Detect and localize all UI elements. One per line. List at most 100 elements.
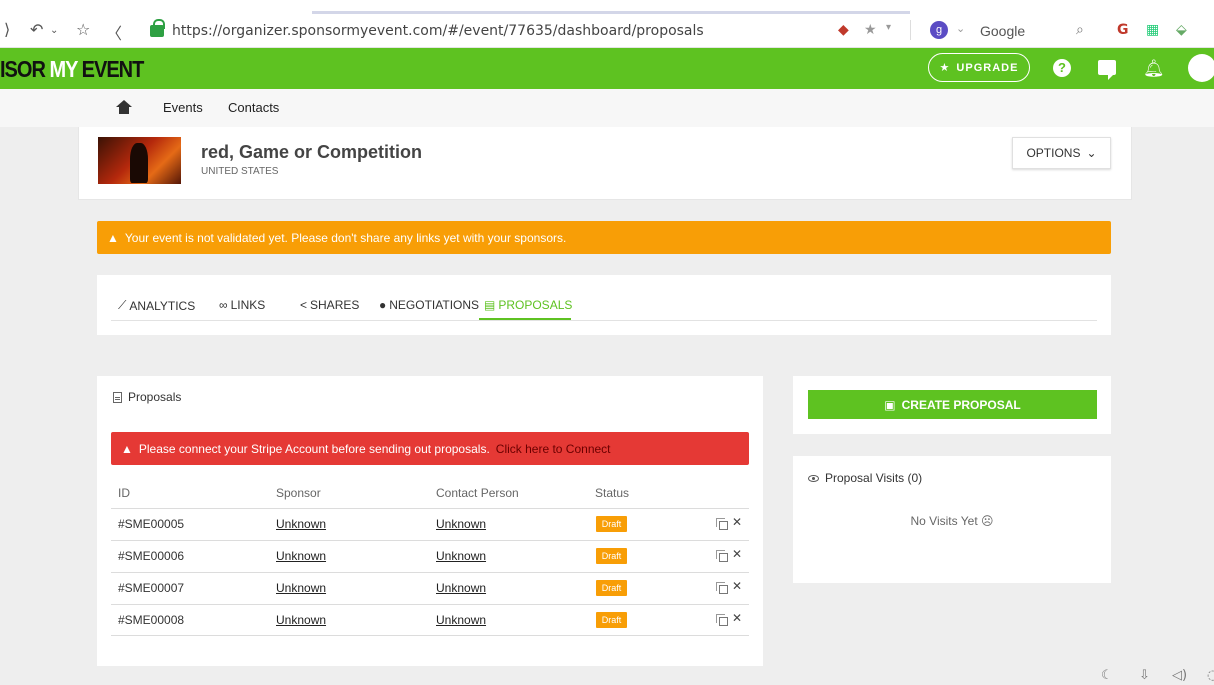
- moon-icon[interactable]: ☾: [1101, 668, 1113, 683]
- row-sponsor-link[interactable]: Unknown: [276, 581, 326, 595]
- document-icon: ▤: [484, 298, 496, 312]
- stripe-connect-link[interactable]: Click here to Connect: [496, 442, 611, 456]
- create-proposal-label: CREATE PROPOSAL: [901, 397, 1021, 412]
- dropdown-icon[interactable]: ▾: [886, 22, 891, 33]
- chart-icon: ⟋: [118, 298, 127, 312]
- event-header-card: [78, 127, 1132, 200]
- download-icon[interactable]: ⬙: [1176, 22, 1187, 38]
- addon-icon[interactable]: G: [1117, 22, 1129, 38]
- document-plus-icon: ▣: [884, 397, 896, 412]
- tab-shares[interactable]: < SHARES: [300, 298, 359, 312]
- upgrade-label: UPGRADE: [956, 61, 1019, 74]
- chevron-down-icon: ⌄: [1086, 146, 1097, 160]
- no-visits-text: No Visits Yet ☹: [910, 514, 994, 528]
- chat-icon: ●: [379, 298, 387, 312]
- table-divider: [111, 508, 749, 509]
- row-contact-link[interactable]: Unknown: [436, 581, 486, 595]
- tabs-divider: [111, 320, 1097, 321]
- logo-text-prefix: ISOR: [0, 57, 50, 83]
- logo-text-my: MY: [49, 57, 78, 83]
- lock-icon: [150, 19, 165, 37]
- row-contact-link[interactable]: Unknown: [436, 613, 486, 627]
- undo-dropdown-icon[interactable]: ⌄: [50, 25, 58, 36]
- event-title: red, Game or Competition: [201, 142, 423, 162]
- separator: [910, 20, 911, 40]
- extension-icon[interactable]: ◆: [838, 22, 849, 38]
- active-tab-indicator: [479, 318, 571, 320]
- warning-icon: ▲: [121, 441, 133, 456]
- logo[interactable]: ISOR MY EVENT: [0, 57, 144, 83]
- delete-icon[interactable]: ✕: [732, 515, 742, 529]
- row-contact-link[interactable]: Unknown: [436, 517, 486, 531]
- proposals-panel: [97, 376, 763, 666]
- link-icon: ∞: [219, 298, 228, 312]
- engine-dropdown-icon[interactable]: ⌄: [956, 22, 965, 35]
- bookmark-star-icon[interactable]: ★: [864, 22, 877, 38]
- avatar[interactable]: [1188, 54, 1214, 82]
- back-icon[interactable]: 〈: [106, 20, 122, 44]
- table-row-divider: [111, 572, 749, 573]
- app-header: ISOR MY EVENT ★ UPGRADE ? 🔔︎: [0, 48, 1214, 89]
- tab-strip: [312, 11, 910, 14]
- tab-proposals[interactable]: ▤ PROPOSALS: [484, 298, 572, 312]
- status-badge: Draft: [596, 516, 627, 532]
- tab-label: LINKS: [230, 298, 266, 312]
- search-engine-icon[interactable]: g: [930, 21, 948, 39]
- table-row-divider: [111, 540, 749, 541]
- addon-list-icon[interactable]: ▦: [1146, 22, 1159, 38]
- nav-contacts[interactable]: Contacts: [228, 100, 279, 115]
- proposal-visits-title: Proposal Visits (0): [808, 471, 922, 485]
- forward-icon[interactable]: ⟩: [4, 20, 10, 39]
- volume-icon[interactable]: ◁): [1172, 668, 1187, 683]
- search-icon[interactable]: ⌕: [1076, 22, 1084, 38]
- column-header-id: ID: [118, 486, 130, 500]
- event-country: UNITED STATES: [201, 166, 279, 177]
- tab-label: ANALYTICS: [129, 298, 196, 313]
- create-proposal-button[interactable]: ▣ CREATE PROPOSAL: [808, 390, 1097, 419]
- copy-icon[interactable]: [716, 582, 728, 594]
- clock-icon[interactable]: ◌: [1207, 668, 1214, 683]
- row-sponsor-link[interactable]: Unknown: [276, 517, 326, 531]
- search-engine-label[interactable]: Google: [980, 23, 1025, 39]
- url-text[interactable]: https://organizer.sponsormyevent.com/#/e…: [172, 23, 704, 39]
- tab-analytics[interactable]: ⟋ ANALYTICS: [118, 298, 195, 313]
- event-thumbnail: [98, 137, 181, 184]
- row-contact-link[interactable]: Unknown: [436, 549, 486, 563]
- row-id: #SME00008: [118, 613, 185, 627]
- copy-icon[interactable]: [716, 614, 728, 626]
- tab-links[interactable]: ∞ LINKS: [219, 298, 265, 312]
- tab-negotiations[interactable]: ● NEGOTIATIONS: [379, 298, 479, 312]
- delete-icon[interactable]: ✕: [732, 579, 742, 593]
- delete-icon[interactable]: ✕: [732, 547, 742, 561]
- proposal-visits-title-text: Proposal Visits (0): [825, 471, 923, 485]
- address-bar[interactable]: https://organizer.sponsormyevent.com/#/e…: [150, 19, 704, 42]
- row-sponsor-link[interactable]: Unknown: [276, 549, 326, 563]
- status-badge: Draft: [596, 612, 627, 628]
- messages-icon[interactable]: [1098, 60, 1116, 80]
- star-icon: ★: [939, 62, 951, 74]
- home-icon[interactable]: [116, 100, 132, 114]
- upgrade-button[interactable]: ★ UPGRADE: [928, 53, 1030, 82]
- stripe-warning: ▲ Please connect your Stripe Account bef…: [111, 432, 749, 465]
- row-id: #SME00007: [118, 581, 185, 595]
- copy-icon[interactable]: [716, 550, 728, 562]
- undo-icon[interactable]: ↶: [30, 20, 43, 39]
- copy-icon[interactable]: [716, 518, 728, 530]
- tray-download-icon[interactable]: ⇩: [1139, 668, 1150, 683]
- status-badge: Draft: [596, 548, 627, 564]
- bell-icon[interactable]: 🔔︎: [1143, 59, 1165, 79]
- nav-events[interactable]: Events: [163, 100, 203, 115]
- options-label: OPTIONS: [1026, 146, 1081, 160]
- row-sponsor-link[interactable]: Unknown: [276, 613, 326, 627]
- column-header-contact: Contact Person: [436, 486, 519, 500]
- help-icon[interactable]: ?: [1053, 59, 1071, 77]
- warning-icon: ▲: [107, 230, 119, 245]
- delete-icon[interactable]: ✕: [732, 611, 742, 625]
- options-button[interactable]: OPTIONS ⌄: [1012, 137, 1111, 169]
- proposals-title: Proposals: [113, 390, 181, 404]
- star-icon[interactable]: ☆: [76, 20, 90, 39]
- table-row-divider: [111, 635, 749, 636]
- stripe-warning-text: Please connect your Stripe Account befor…: [138, 441, 490, 456]
- column-header-sponsor: Sponsor: [276, 486, 321, 500]
- proposals-title-text: Proposals: [128, 390, 182, 404]
